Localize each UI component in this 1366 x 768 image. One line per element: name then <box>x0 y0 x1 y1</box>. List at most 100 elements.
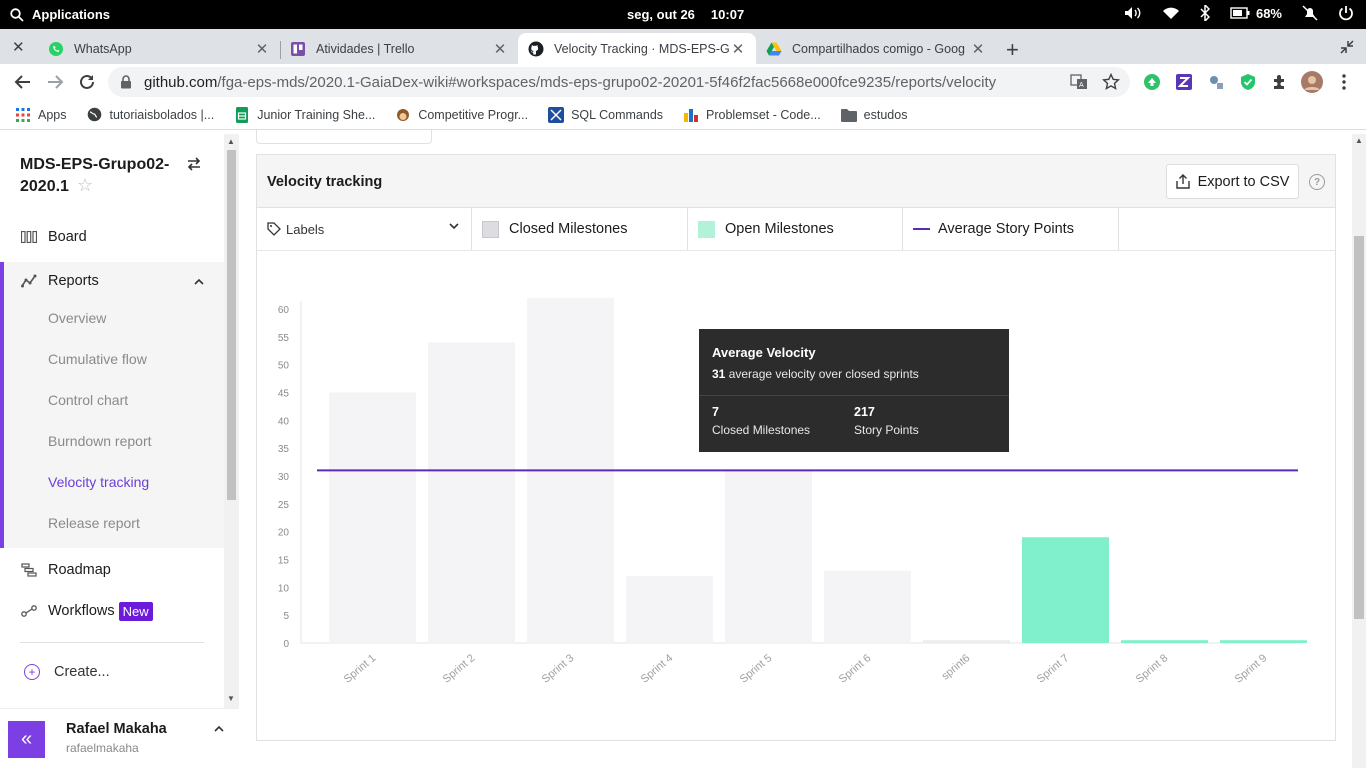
closed-milestone-bar <box>725 470 812 643</box>
sidebar-item-roadmap[interactable]: Roadmap <box>0 551 224 589</box>
sidebar-divider <box>20 642 204 643</box>
sidebar-item-label: Board <box>48 229 87 245</box>
x-tick-label: Sprint 9 <box>1233 652 1270 686</box>
applications-menu[interactable]: Applications <box>0 7 110 22</box>
bookmark-competitive-programming[interactable]: Competitive Progr... <box>395 107 528 123</box>
legend-closed-milestones[interactable]: Closed Milestones <box>472 208 688 250</box>
codeforces-icon <box>683 107 699 123</box>
switch-workspace-icon[interactable] <box>186 156 202 172</box>
battery-indicator[interactable]: 68% <box>1230 6 1282 21</box>
tab-google-drive[interactable]: Compartilhados comigo - Goog ✕ <box>756 33 996 64</box>
sidebar-item-board[interactable]: Board <box>0 218 224 256</box>
sidebar-subitem-release-report[interactable]: Release report <box>48 515 140 531</box>
os-top-bar: Applications seg, out 26 10:07 68% <box>0 0 1366 29</box>
translate-icon[interactable]: A <box>1070 73 1088 91</box>
clock[interactable]: seg, out 26 10:07 <box>627 7 744 22</box>
sidebar-subitem-cumulative-flow[interactable]: Cumulative flow <box>48 351 147 367</box>
url-host: github.com <box>144 73 218 91</box>
bookmark-sql-commands[interactable]: SQL Commands <box>548 106 663 123</box>
bookmark-label: tutoriaisbolados |... <box>109 107 215 122</box>
sidebar-subitem-velocity-tracking[interactable]: Velocity tracking <box>48 474 149 490</box>
roadmap-icon <box>20 563 38 577</box>
x-tick-label: Sprint 7 <box>1035 652 1072 686</box>
closed-milestone-bar <box>626 576 713 643</box>
close-icon[interactable]: ✕ <box>12 38 25 56</box>
sidebar-item-workflows[interactable]: Workflows New <box>0 592 224 630</box>
notifications-off-icon[interactable] <box>1302 5 1318 21</box>
workspace-name: MDS-EPS-Grupo02-2020.1 <box>20 156 170 195</box>
main-content: Velocity tracking Export to CSV ? Labels… <box>240 130 1352 768</box>
user-bar: « Rafael Makaha rafaelmakaha <box>0 708 239 768</box>
panel-title: Velocity tracking <box>267 174 383 190</box>
scroll-down-icon[interactable]: ▼ <box>227 694 235 703</box>
legend-open-milestones[interactable]: Open Milestones <box>688 208 903 250</box>
tab-velocity-tracking[interactable]: Velocity Tracking · MDS-EPS-Gr ✕ <box>518 33 756 64</box>
sidebar-subitem-control-chart[interactable]: Control chart <box>48 392 128 408</box>
close-tab-icon[interactable]: ✕ <box>730 40 746 58</box>
closed-swatch <box>482 220 499 238</box>
extension-green-icon[interactable] <box>1142 72 1162 92</box>
bookmark-problemset[interactable]: Problemset - Code... <box>683 107 821 123</box>
scrollbar-thumb[interactable] <box>227 150 236 500</box>
lock-icon[interactable] <box>120 75 132 89</box>
bookmark-junior-training[interactable]: Junior Training She... <box>234 106 375 123</box>
github-icon <box>528 41 544 57</box>
satellite-extension-icon[interactable] <box>1206 72 1226 92</box>
reload-icon[interactable] <box>78 73 96 91</box>
tag-icon <box>267 222 281 236</box>
scrollbar-thumb[interactable] <box>1354 236 1364 619</box>
power-icon[interactable] <box>1338 5 1354 21</box>
back-arrow-icon[interactable] <box>14 73 32 91</box>
forward-arrow-icon[interactable] <box>46 73 64 91</box>
workspace-title[interactable]: MDS-EPS-Grupo02-2020.1 ☆ <box>20 154 180 197</box>
page-scrollbar[interactable]: ▲ <box>1352 134 1366 768</box>
address-bar[interactable]: github.com/fga-eps-mds/2020.1-GaiaDex-wi… <box>108 67 1130 97</box>
globe-icon <box>87 107 103 123</box>
kebab-menu-icon[interactable] <box>1334 72 1354 92</box>
sidebar-item-reports[interactable]: Reports <box>4 262 224 300</box>
chevron-up-icon[interactable] <box>214 725 224 732</box>
scroll-up-icon[interactable]: ▲ <box>1355 136 1363 145</box>
restore-window-icon[interactable] <box>1340 40 1354 54</box>
battery-icon <box>1230 7 1250 19</box>
bookmark-estudos[interactable]: estudos <box>840 107 907 123</box>
wifi-icon[interactable] <box>1162 6 1180 20</box>
bookmark-star-icon[interactable] <box>1102 73 1120 91</box>
labels-dropdown[interactable]: Labels <box>257 208 472 250</box>
user-name[interactable]: Rafael Makaha <box>66 721 167 737</box>
new-tab-button[interactable]: + <box>1006 37 1019 63</box>
zenhub-extension-icon[interactable] <box>1174 72 1194 92</box>
tooltip-average-text: average velocity over closed sprints <box>725 367 919 381</box>
close-tab-icon[interactable]: ✕ <box>254 40 270 58</box>
battery-percent: 68% <box>1255 5 1282 21</box>
profile-avatar-icon[interactable] <box>1301 71 1323 93</box>
bookmark-tutoriaisbolados[interactable]: tutoriaisbolados |... <box>87 107 215 123</box>
tab-trello[interactable]: Atividades | Trello ✕ <box>280 33 518 64</box>
tab-whatsapp[interactable]: WhatsApp ✕ <box>38 33 280 64</box>
sidebar-scrollbar[interactable]: ▲ ▼ <box>224 134 239 708</box>
sidebar-subitem-overview[interactable]: Overview <box>48 310 106 326</box>
volume-icon[interactable] <box>1124 6 1142 20</box>
legend-average-story-points[interactable]: Average Story Points <box>903 208 1119 250</box>
bluetooth-icon[interactable] <box>1200 5 1210 21</box>
extensions-puzzle-icon[interactable] <box>1270 72 1290 92</box>
star-icon[interactable]: ☆ <box>77 175 93 195</box>
close-tab-icon[interactable]: ✕ <box>492 40 508 58</box>
sidebar-subitem-burndown-report[interactable]: Burndown report <box>48 433 152 449</box>
bookmark-apps[interactable]: Apps <box>15 107 67 123</box>
close-tab-icon[interactable]: ✕ <box>970 40 986 58</box>
tooltip-closed-label: Closed Milestones <box>712 423 811 437</box>
legend-label: Average Story Points <box>938 221 1074 237</box>
velocity-chart-svg: 0 5 10 15 20 25 30 35 40 45 50 55 60 Sprint 1 Sprint 2… <box>278 297 1307 686</box>
chevron-up-icon[interactable] <box>194 278 204 285</box>
scroll-up-icon[interactable]: ▲ <box>227 137 235 146</box>
panel-header: Velocity tracking Export to CSV ? <box>257 155 1335 208</box>
shield-extension-icon[interactable] <box>1238 72 1258 92</box>
export-csv-button[interactable]: Export to CSV <box>1166 164 1299 199</box>
create-button[interactable]: + Create... <box>24 664 110 680</box>
time-text: 10:07 <box>710 7 745 22</box>
url-path: /fga-eps-mds/2020.1-GaiaDex-wiki#workspa… <box>217 73 997 91</box>
help-icon[interactable]: ? <box>1309 174 1325 190</box>
applications-label: Applications <box>32 7 111 22</box>
collapse-sidebar-button[interactable]: « <box>8 721 45 758</box>
